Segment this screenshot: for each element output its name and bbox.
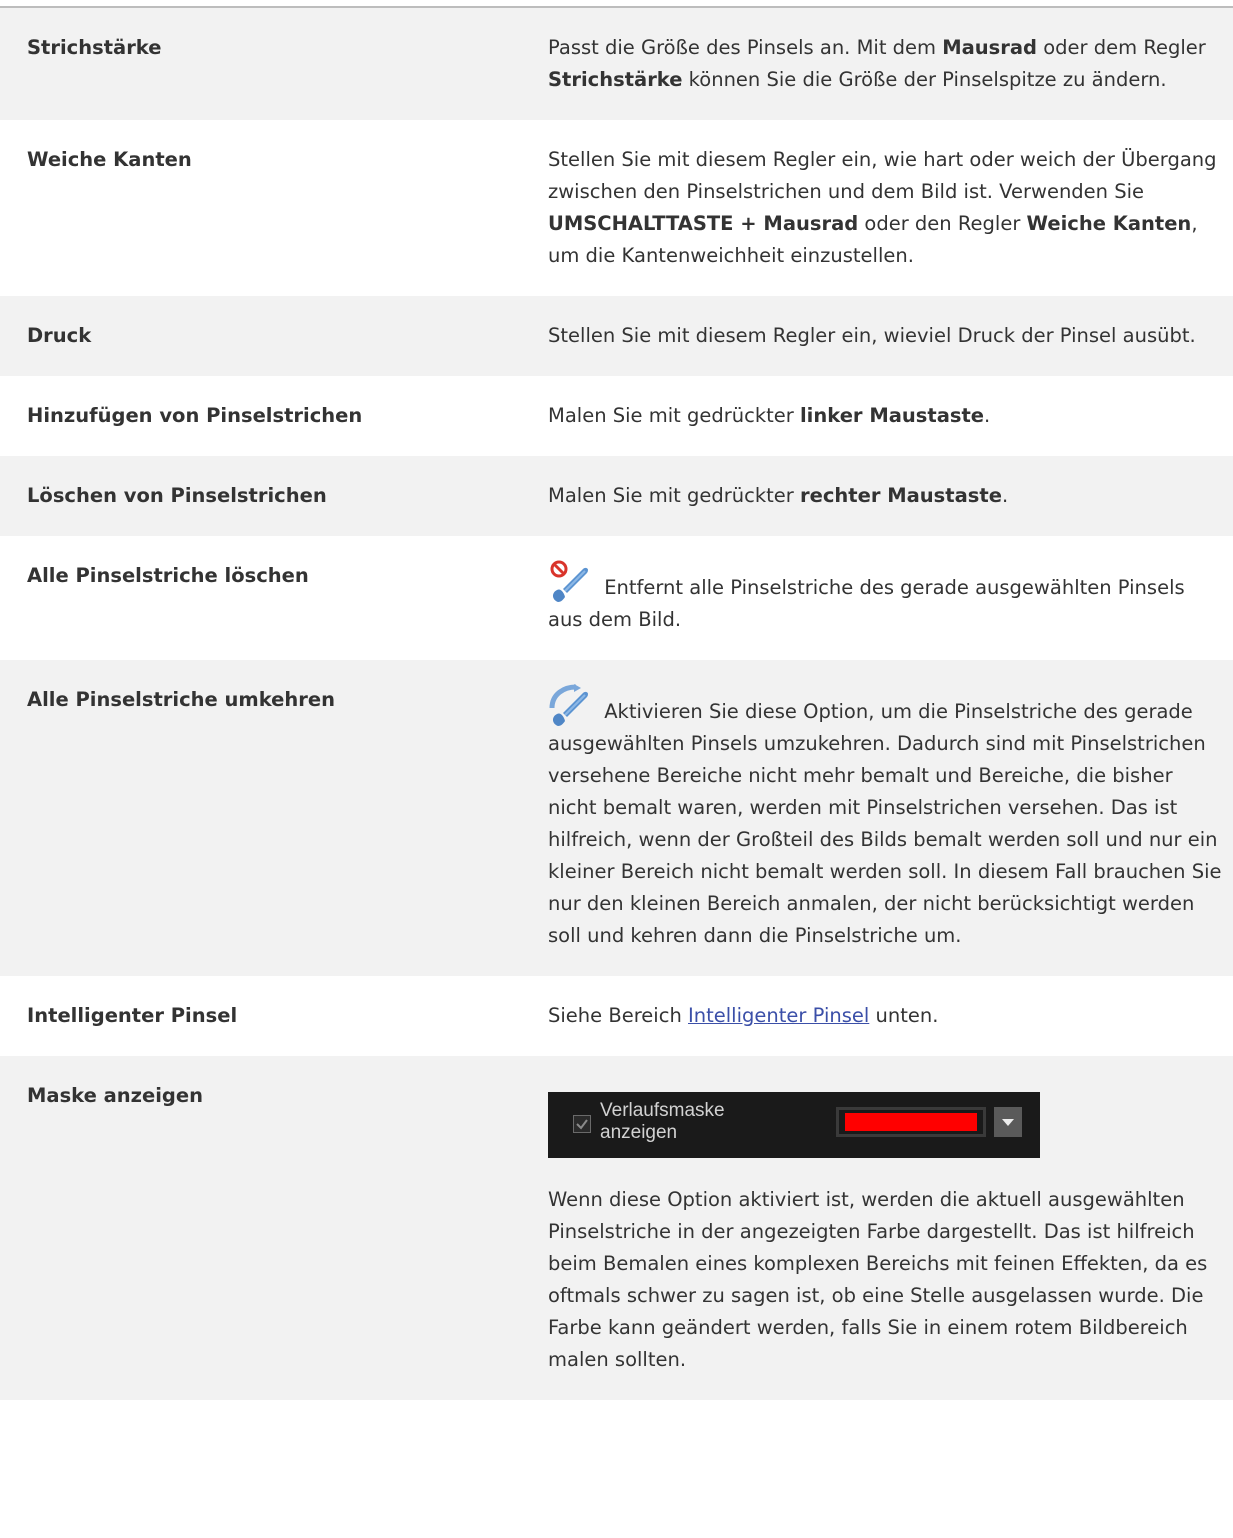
option-description: Verlaufsmaske anzeigen Wenn diese Option … [548,1056,1233,1400]
option-name: Weiche Kanten [0,120,548,296]
option-name: Druck [0,296,548,376]
keyword: Weiche Kanten [1026,212,1192,235]
invert-brush-strokes-icon [548,684,596,728]
chevron-down-icon [1002,1119,1014,1126]
option-name: Alle Pinselstriche umkehren [0,660,548,976]
show-mask-label: Verlaufsmaske anzeigen [600,1100,725,1143]
option-name: Löschen von Pinselstrichen [0,456,548,536]
option-description: Aktivieren Sie diese Option, um die Pins… [548,660,1233,976]
mask-color-dropdown[interactable] [994,1107,1022,1137]
table-row: Alle Pinselstriche umkehren Aktivieren S… [0,660,1233,976]
table-row: Alle Pinselstriche löschen Entfernt alle… [0,536,1233,660]
option-name: Intelligenter Pinsel [0,976,548,1056]
clear-brush-strokes-icon [548,560,596,604]
keyword: linker Maustaste [800,404,985,427]
keyword: UMSCHALTTASTE + Mausrad [548,212,859,235]
keyword: rechter Maustaste [800,484,1002,507]
option-name: Alle Pinselstriche löschen [0,536,548,660]
option-name: Strichstärke [0,8,548,120]
smart-brush-link[interactable]: Intelligenter Pinsel [688,1004,869,1027]
option-name: Hinzufügen von Pinselstrichen [0,376,548,456]
option-description: Passt die Größe des Pinsels an. Mit dem … [548,8,1233,120]
table-row: Maske anzeigen Verlaufsmaske anzeigen Wen… [0,1056,1233,1400]
brush-options-table: Strichstärke Passt die Größe des Pinsels… [0,8,1233,1400]
option-description: Stellen Sie mit diesem Regler ein, wie h… [548,120,1233,296]
mask-color-swatch[interactable] [836,1107,986,1137]
option-description: Malen Sie mit gedrückter linker Maustast… [548,376,1233,456]
show-mask-description: Wenn diese Option aktiviert ist, werden … [548,1188,1208,1371]
show-mask-checkbox[interactable] [573,1115,591,1133]
table-row: Hinzufügen von Pinselstrichen Malen Sie … [0,376,1233,456]
option-description: Stellen Sie mit diesem Regler ein, wievi… [548,296,1233,376]
keyword: Mausrad [942,36,1038,59]
table-row: Druck Stellen Sie mit diesem Regler ein,… [0,296,1233,376]
table-row: Löschen von Pinselstrichen Malen Sie mit… [0,456,1233,536]
option-description: Malen Sie mit gedrückter rechter Maustas… [548,456,1233,536]
option-name: Maske anzeigen [0,1056,548,1400]
table-row: Strichstärke Passt die Größe des Pinsels… [0,8,1233,120]
keyword: Strichstärke [548,68,683,91]
table-row: Weiche Kanten Stellen Sie mit diesem Reg… [0,120,1233,296]
option-description: Entfernt alle Pinselstriche des gerade a… [548,536,1233,660]
show-mask-panel: Verlaufsmaske anzeigen [548,1092,1040,1158]
mask-color-fill [845,1113,977,1131]
table-row: Intelligenter Pinsel Siehe Bereich Intel… [0,976,1233,1056]
option-description: Siehe Bereich Intelligenter Pinsel unten… [548,976,1233,1056]
